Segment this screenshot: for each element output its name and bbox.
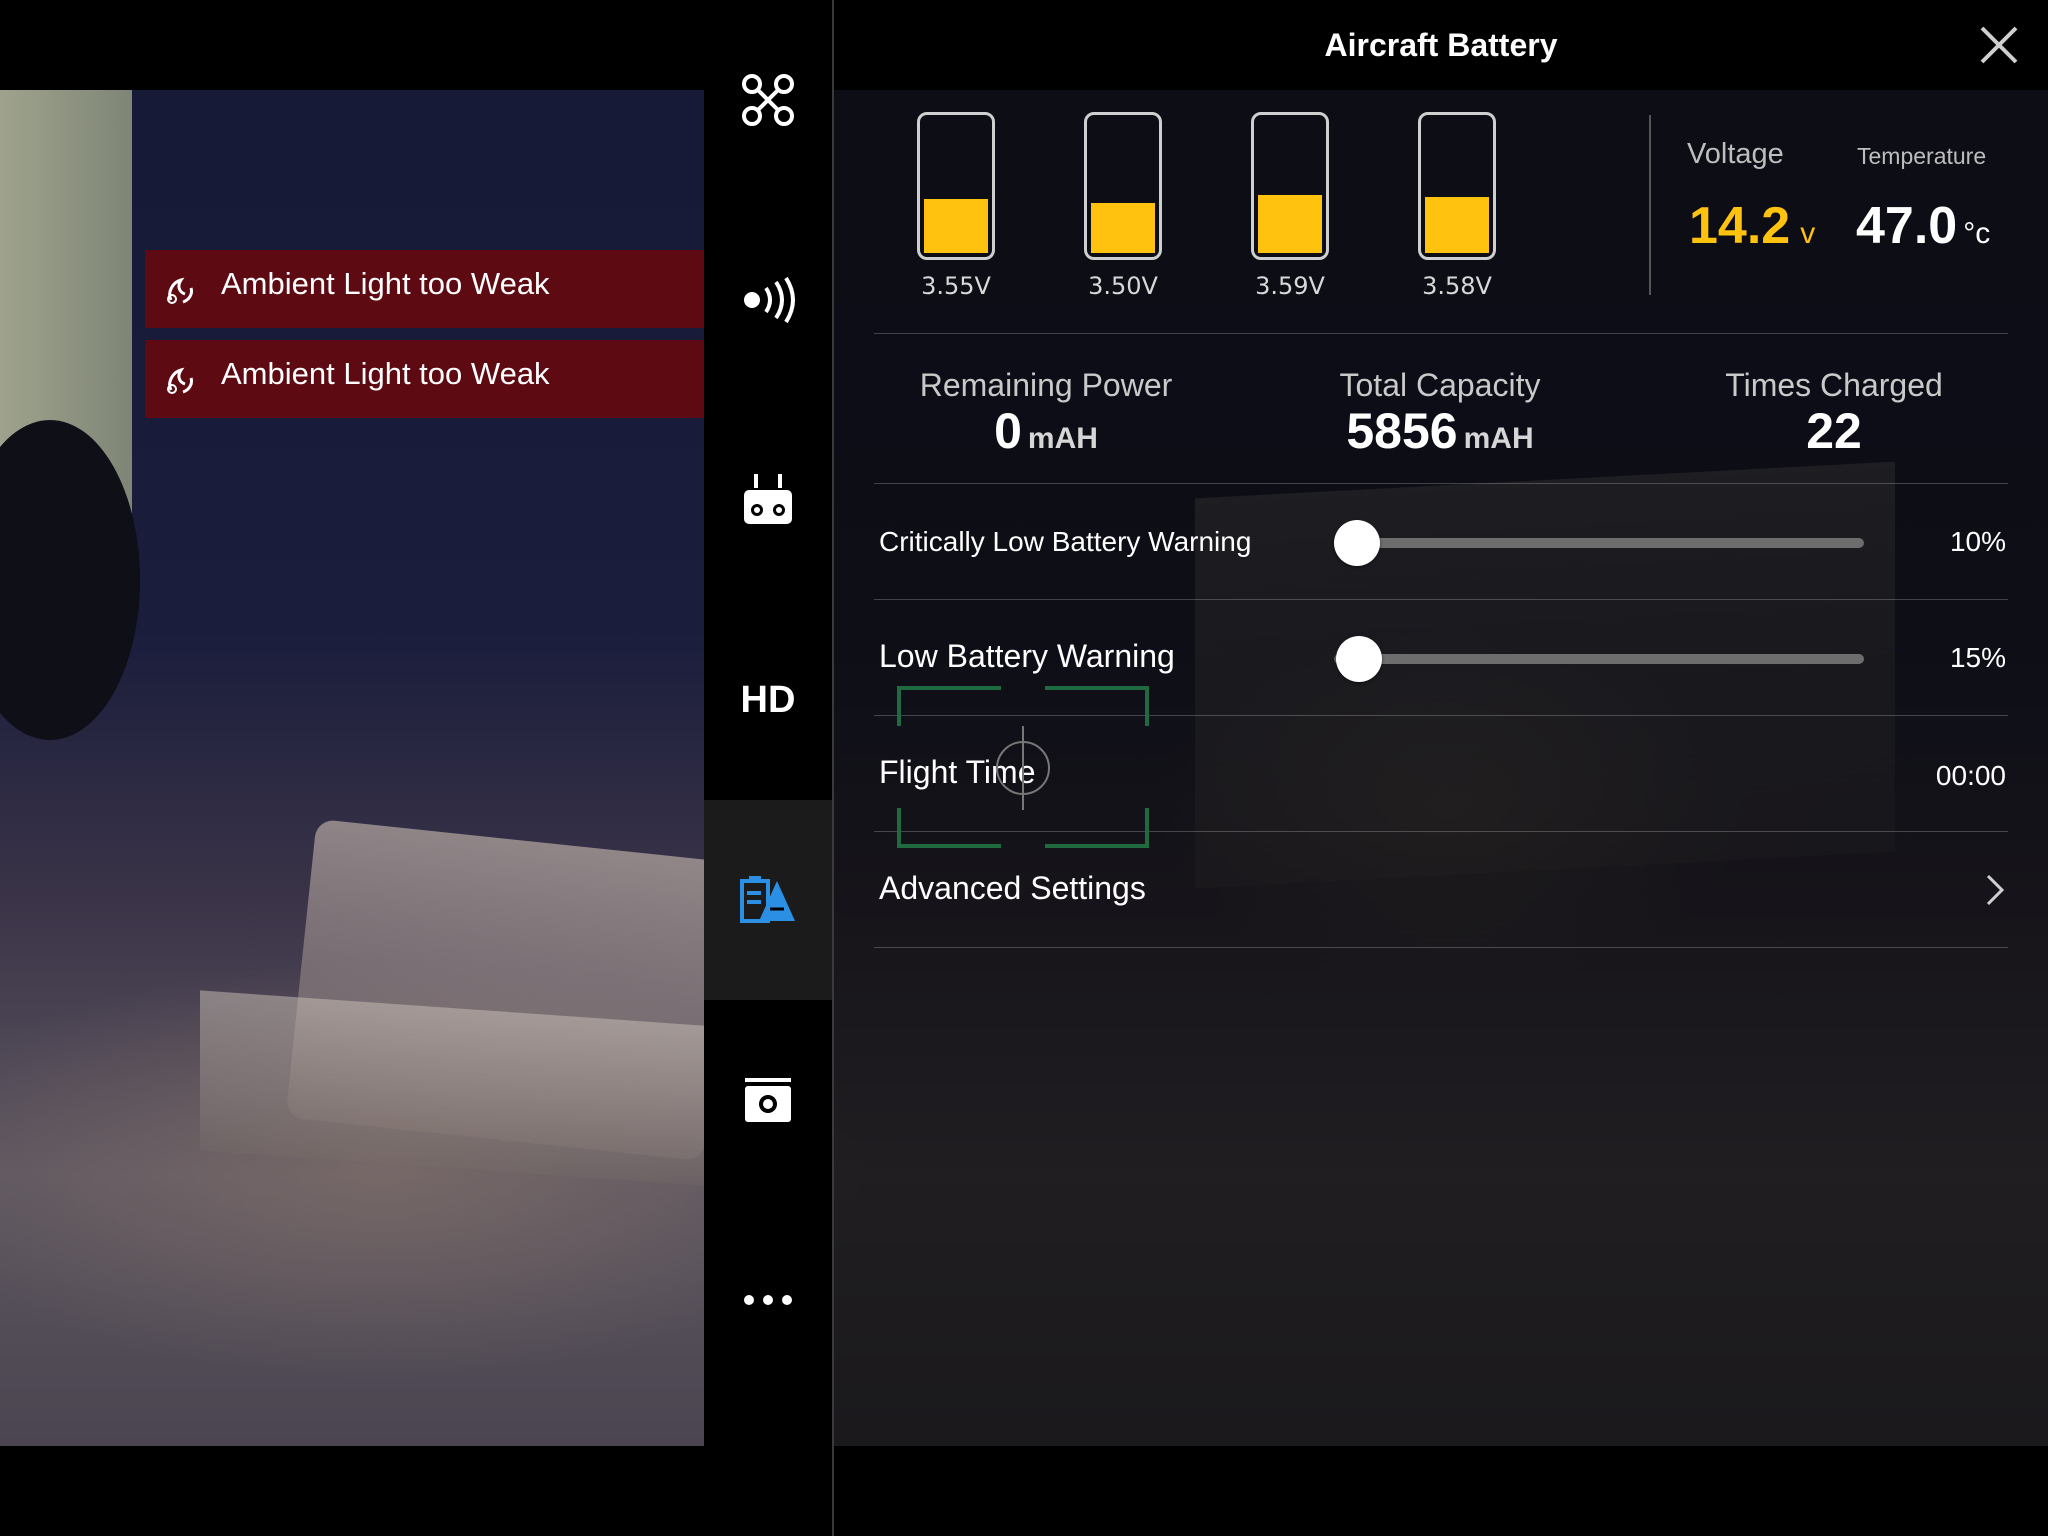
sidebar-item-more[interactable]	[704, 1240, 832, 1360]
sidebar-item-camera[interactable]	[704, 1040, 832, 1160]
battery-cell-fill	[924, 199, 988, 253]
temperature-unit: °c	[1963, 217, 1991, 250]
critical-low-warning-value: 10%	[1949, 526, 2006, 557]
alert-text: Ambient Light too Weak	[221, 356, 550, 391]
divider	[874, 599, 2008, 600]
focus-reticle	[897, 686, 1149, 848]
signal-icon	[744, 276, 795, 324]
battery-cell-4	[1418, 112, 1496, 260]
total-capacity-label: Total Capacity	[1339, 367, 1541, 403]
battery-cell-voltage: 3.50V	[1088, 272, 1158, 300]
total-capacity-number: 5856	[1346, 403, 1458, 459]
vision-warning-icon	[167, 277, 193, 304]
sidebar-item-hd[interactable]: HD	[704, 640, 832, 760]
chevron-right-icon[interactable]	[1984, 872, 2006, 908]
total-capacity-unit: mAH	[1463, 422, 1534, 455]
advanced-settings-label[interactable]: Advanced Settings	[879, 870, 1146, 907]
battery-cell-voltage: 3.58V	[1422, 272, 1492, 300]
camera-icon	[745, 1078, 791, 1122]
low-warning-slider[interactable]	[1334, 636, 1864, 682]
critical-low-warning-slider[interactable]	[1334, 520, 1864, 566]
divider	[874, 333, 2008, 334]
voltage-number: 14.2	[1689, 197, 1791, 255]
settings-sidebar: HD	[704, 0, 832, 1446]
close-icon[interactable]	[1974, 20, 2024, 70]
voltage-label: Voltage	[1687, 138, 1784, 170]
voltage-unit: v	[1800, 217, 1816, 250]
battery-cell-1	[917, 112, 995, 260]
slider-knob[interactable]	[1334, 520, 1380, 566]
panel-title: Aircraft Battery	[1324, 27, 1558, 63]
battery-cell-2	[1084, 112, 1162, 260]
low-warning-value: 15%	[1949, 642, 2006, 673]
voltage-value: 14.2 v	[1689, 196, 1815, 256]
remote-controller-icon	[744, 474, 792, 524]
remaining-power-number: 0	[994, 403, 1022, 459]
sidebar-item-remote[interactable]	[704, 440, 832, 560]
remaining-power-value: 0 mAH	[846, 402, 1246, 460]
times-charged-value: 22	[1806, 403, 1862, 459]
remaining-power-label: Remaining Power	[919, 367, 1173, 403]
battery-cell-fill	[1425, 196, 1489, 253]
low-warning-label: Low Battery Warning	[879, 638, 1175, 674]
battery-cell-voltage: 3.59V	[1255, 272, 1325, 300]
sidebar-item-battery[interactable]	[704, 800, 832, 1000]
total-capacity-value: 5856 mAH	[1240, 402, 1640, 460]
times-charged-label: Times Charged	[1725, 367, 1943, 403]
temperature-value: 47.0 °c	[1856, 196, 1990, 256]
slider-knob[interactable]	[1335, 636, 1382, 682]
sidebar-item-signal[interactable]	[704, 240, 832, 360]
remaining-power-unit: mAH	[1027, 422, 1098, 455]
critical-low-warning-label: Critically Low Battery Warning	[879, 526, 1252, 557]
hd-label: HD	[740, 678, 796, 721]
battery-cell-fill	[1258, 195, 1322, 253]
battery-icon	[740, 876, 795, 923]
alert-text: Ambient Light too Weak	[221, 266, 550, 301]
vision-warning-icon	[167, 367, 193, 394]
alert-ambient-light-1: Ambient Light too Weak ×	[145, 250, 743, 328]
temperature-number: 47.0	[1856, 197, 1958, 255]
divider	[874, 947, 2008, 948]
bottom-bar	[0, 1446, 2048, 1536]
flight-time-value: 00:00	[1935, 760, 2006, 791]
battery-cell-voltage: 3.55V	[921, 272, 991, 300]
header-divider	[1649, 115, 1651, 295]
battery-cell-3	[1251, 112, 1329, 260]
battery-cell-fill	[1091, 203, 1155, 253]
alert-ambient-light-2: Ambient Light too Weak ×	[145, 340, 743, 418]
divider	[874, 483, 2008, 484]
temperature-label: Temperature	[1857, 143, 1987, 169]
sidebar-item-aircraft[interactable]	[704, 40, 832, 160]
more-icon	[744, 1295, 792, 1305]
drone-icon	[742, 74, 794, 126]
